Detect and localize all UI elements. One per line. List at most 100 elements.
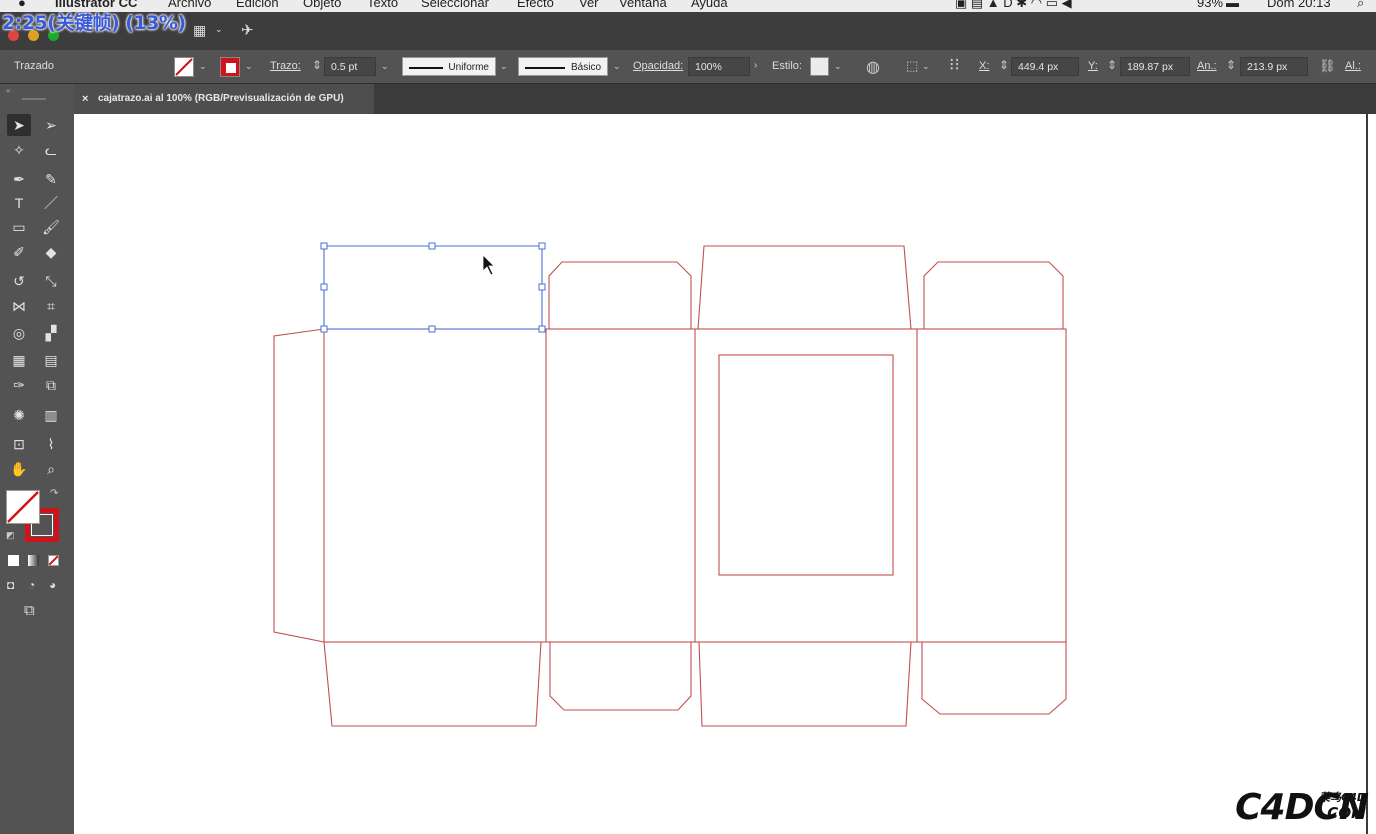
- document-tab[interactable]: × cajatrazo.ai al 100% (RGB/Previsualiza…: [74, 84, 374, 114]
- opacity-label[interactable]: Opacidad:: [633, 60, 683, 72]
- width-tool-icon[interactable]: ⋈: [7, 295, 31, 317]
- panel-grip[interactable]: [22, 98, 46, 100]
- bottom-dust-flap-1[interactable]: [549, 642, 692, 711]
- spotlight-search-icon[interactable]: ⌕: [1357, 0, 1364, 11]
- change-screen-mode-icon[interactable]: ⧉: [24, 602, 35, 619]
- profile-chevron-icon[interactable]: ⌄: [500, 61, 508, 72]
- gpu-performance-icon[interactable]: ✈: [241, 21, 254, 39]
- style-chevron-icon[interactable]: ⌄: [834, 61, 842, 72]
- color-mode-icon[interactable]: [8, 555, 19, 566]
- menu-texto[interactable]: Texto: [367, 0, 398, 10]
- x-position-input[interactable]: 449.4 px: [1011, 57, 1079, 76]
- type-tool-icon[interactable]: T: [7, 192, 31, 214]
- direct-selection-tool-icon[interactable]: ➢: [39, 114, 63, 136]
- fill-indicator-front[interactable]: [6, 490, 40, 524]
- eyedropper-tool-icon[interactable]: ✑: [7, 374, 31, 396]
- artboard-tool-icon[interactable]: ⊡: [7, 433, 31, 455]
- collapse-panel-icon[interactable]: «: [6, 86, 10, 95]
- opacity-input[interactable]: 100%: [688, 57, 750, 76]
- y-position-input[interactable]: 189.87 px: [1120, 57, 1190, 76]
- menu-ver[interactable]: Ver: [579, 0, 599, 10]
- free-transform-tool-icon[interactable]: ⌗: [39, 295, 63, 317]
- default-fill-stroke-icon[interactable]: ◩: [6, 530, 15, 541]
- brush-definition-select[interactable]: Básico: [518, 57, 608, 76]
- anchor-point[interactable]: [538, 283, 546, 291]
- anchor-point[interactable]: [428, 325, 436, 333]
- zoom-tool-icon[interactable]: ⌕: [39, 458, 63, 480]
- anchor-point[interactable]: [538, 325, 546, 333]
- menu-ayuda[interactable]: Ayuda: [691, 0, 728, 10]
- curvature-tool-icon[interactable]: ✎: [39, 168, 63, 190]
- workspace-layout-icon[interactable]: ▦: [193, 22, 206, 39]
- draw-inside-icon[interactable]: ◕: [49, 578, 56, 592]
- menu-seleccionar[interactable]: Seleccionar: [421, 0, 489, 10]
- hand-tool-icon[interactable]: ✋: [7, 458, 31, 480]
- stroke-weight-chevron-icon[interactable]: ⌄: [381, 61, 389, 72]
- menu-objeto[interactable]: Objeto: [303, 0, 341, 10]
- shape-builder-tool-icon[interactable]: ◎: [7, 322, 31, 344]
- lasso-tool-icon[interactable]: ᓚ: [39, 139, 63, 161]
- menu-ventana[interactable]: Ventana: [619, 0, 667, 10]
- pen-tool-icon[interactable]: ✒: [7, 168, 31, 190]
- slice-tool-icon[interactable]: ⌇: [39, 433, 63, 455]
- none-mode-icon[interactable]: [48, 555, 59, 566]
- close-tab-icon[interactable]: ×: [82, 84, 88, 114]
- symbol-sprayer-tool-icon[interactable]: ✺: [7, 404, 31, 426]
- magic-wand-tool-icon[interactable]: ✧: [7, 139, 31, 161]
- reference-point-icon[interactable]: ⁝⁝: [949, 55, 960, 75]
- chevron-down-icon[interactable]: ⌄: [215, 24, 223, 35]
- blend-tool-icon[interactable]: ⧉: [39, 374, 63, 396]
- shaper-tool-icon[interactable]: ✐: [7, 241, 31, 263]
- top-tuck-flap[interactable]: [697, 245, 912, 330]
- anchor-point[interactable]: [538, 242, 546, 250]
- align-chevron-icon[interactable]: ⌄: [922, 61, 930, 72]
- rectangle-tool-icon[interactable]: ▭: [7, 216, 31, 238]
- paintbrush-tool-icon[interactable]: 🖌: [39, 216, 63, 238]
- draw-normal-icon[interactable]: ◘: [7, 578, 14, 592]
- line-tool-icon[interactable]: ／: [39, 192, 63, 214]
- swap-fill-stroke-icon[interactable]: ↷: [50, 488, 58, 499]
- fill-swatch[interactable]: [174, 57, 194, 77]
- draw-behind-icon[interactable]: ◔: [28, 578, 35, 592]
- anchor-point[interactable]: [320, 242, 328, 250]
- selected-top-flap[interactable]: [323, 245, 543, 330]
- constrain-proportions-link-icon[interactable]: ⛓: [1319, 58, 1336, 74]
- artboard-canvas[interactable]: [74, 114, 1370, 834]
- eraser-tool-icon[interactable]: ◆: [39, 241, 63, 263]
- fill-dropdown-chevron-icon[interactable]: ⌄: [199, 61, 207, 72]
- gradient-tool-icon[interactable]: ▤: [39, 349, 63, 371]
- top-dust-flap-2[interactable]: [923, 261, 1064, 329]
- selected-path[interactable]: [320, 242, 546, 333]
- menu-edicion[interactable]: Edición: [236, 0, 279, 10]
- brush-chevron-icon[interactable]: ⌄: [613, 61, 621, 72]
- align-to-selection-icon[interactable]: ⬚: [906, 58, 918, 74]
- anchor-point[interactable]: [320, 283, 328, 291]
- mesh-tool-icon[interactable]: ▦: [7, 349, 31, 371]
- column-graph-tool-icon[interactable]: ▥: [39, 404, 63, 426]
- width-stepper-icon[interactable]: ⇕: [1226, 58, 1236, 72]
- x-stepper-icon[interactable]: ⇕: [999, 58, 1009, 72]
- scale-tool-icon[interactable]: ⤡: [39, 270, 63, 292]
- bottom-flap-2[interactable]: [698, 641, 912, 727]
- bottom-flap-1[interactable]: [323, 641, 542, 727]
- perspective-grid-tool-icon[interactable]: ▞: [39, 322, 63, 344]
- stroke-stepper-icon[interactable]: ⇕: [312, 58, 322, 72]
- selection-tool-icon[interactable]: ➤: [7, 114, 31, 136]
- stroke-dropdown-chevron-icon[interactable]: ⌄: [245, 61, 253, 72]
- menu-efecto[interactable]: Efecto: [517, 0, 554, 10]
- graphic-style-swatch[interactable]: [810, 57, 829, 76]
- recolor-artwork-icon[interactable]: ◍: [866, 57, 880, 77]
- glue-flap[interactable]: [273, 328, 325, 643]
- stroke-swatch[interactable]: [220, 57, 240, 77]
- stroke-weight-input[interactable]: 0.5 pt: [324, 57, 376, 76]
- anchor-point[interactable]: [428, 242, 436, 250]
- gradient-mode-icon[interactable]: [28, 555, 39, 566]
- bottom-dust-flap-2[interactable]: [921, 642, 1067, 715]
- width-input[interactable]: 213.9 px: [1240, 57, 1308, 76]
- variable-width-profile-select[interactable]: Uniforme: [402, 57, 496, 76]
- opacity-arrow-icon[interactable]: ›: [754, 60, 757, 71]
- y-stepper-icon[interactable]: ⇕: [1107, 58, 1117, 72]
- top-dust-flap-1[interactable]: [548, 261, 692, 329]
- rotate-tool-icon[interactable]: ↺: [7, 270, 31, 292]
- stroke-label[interactable]: Trazo:: [270, 60, 301, 72]
